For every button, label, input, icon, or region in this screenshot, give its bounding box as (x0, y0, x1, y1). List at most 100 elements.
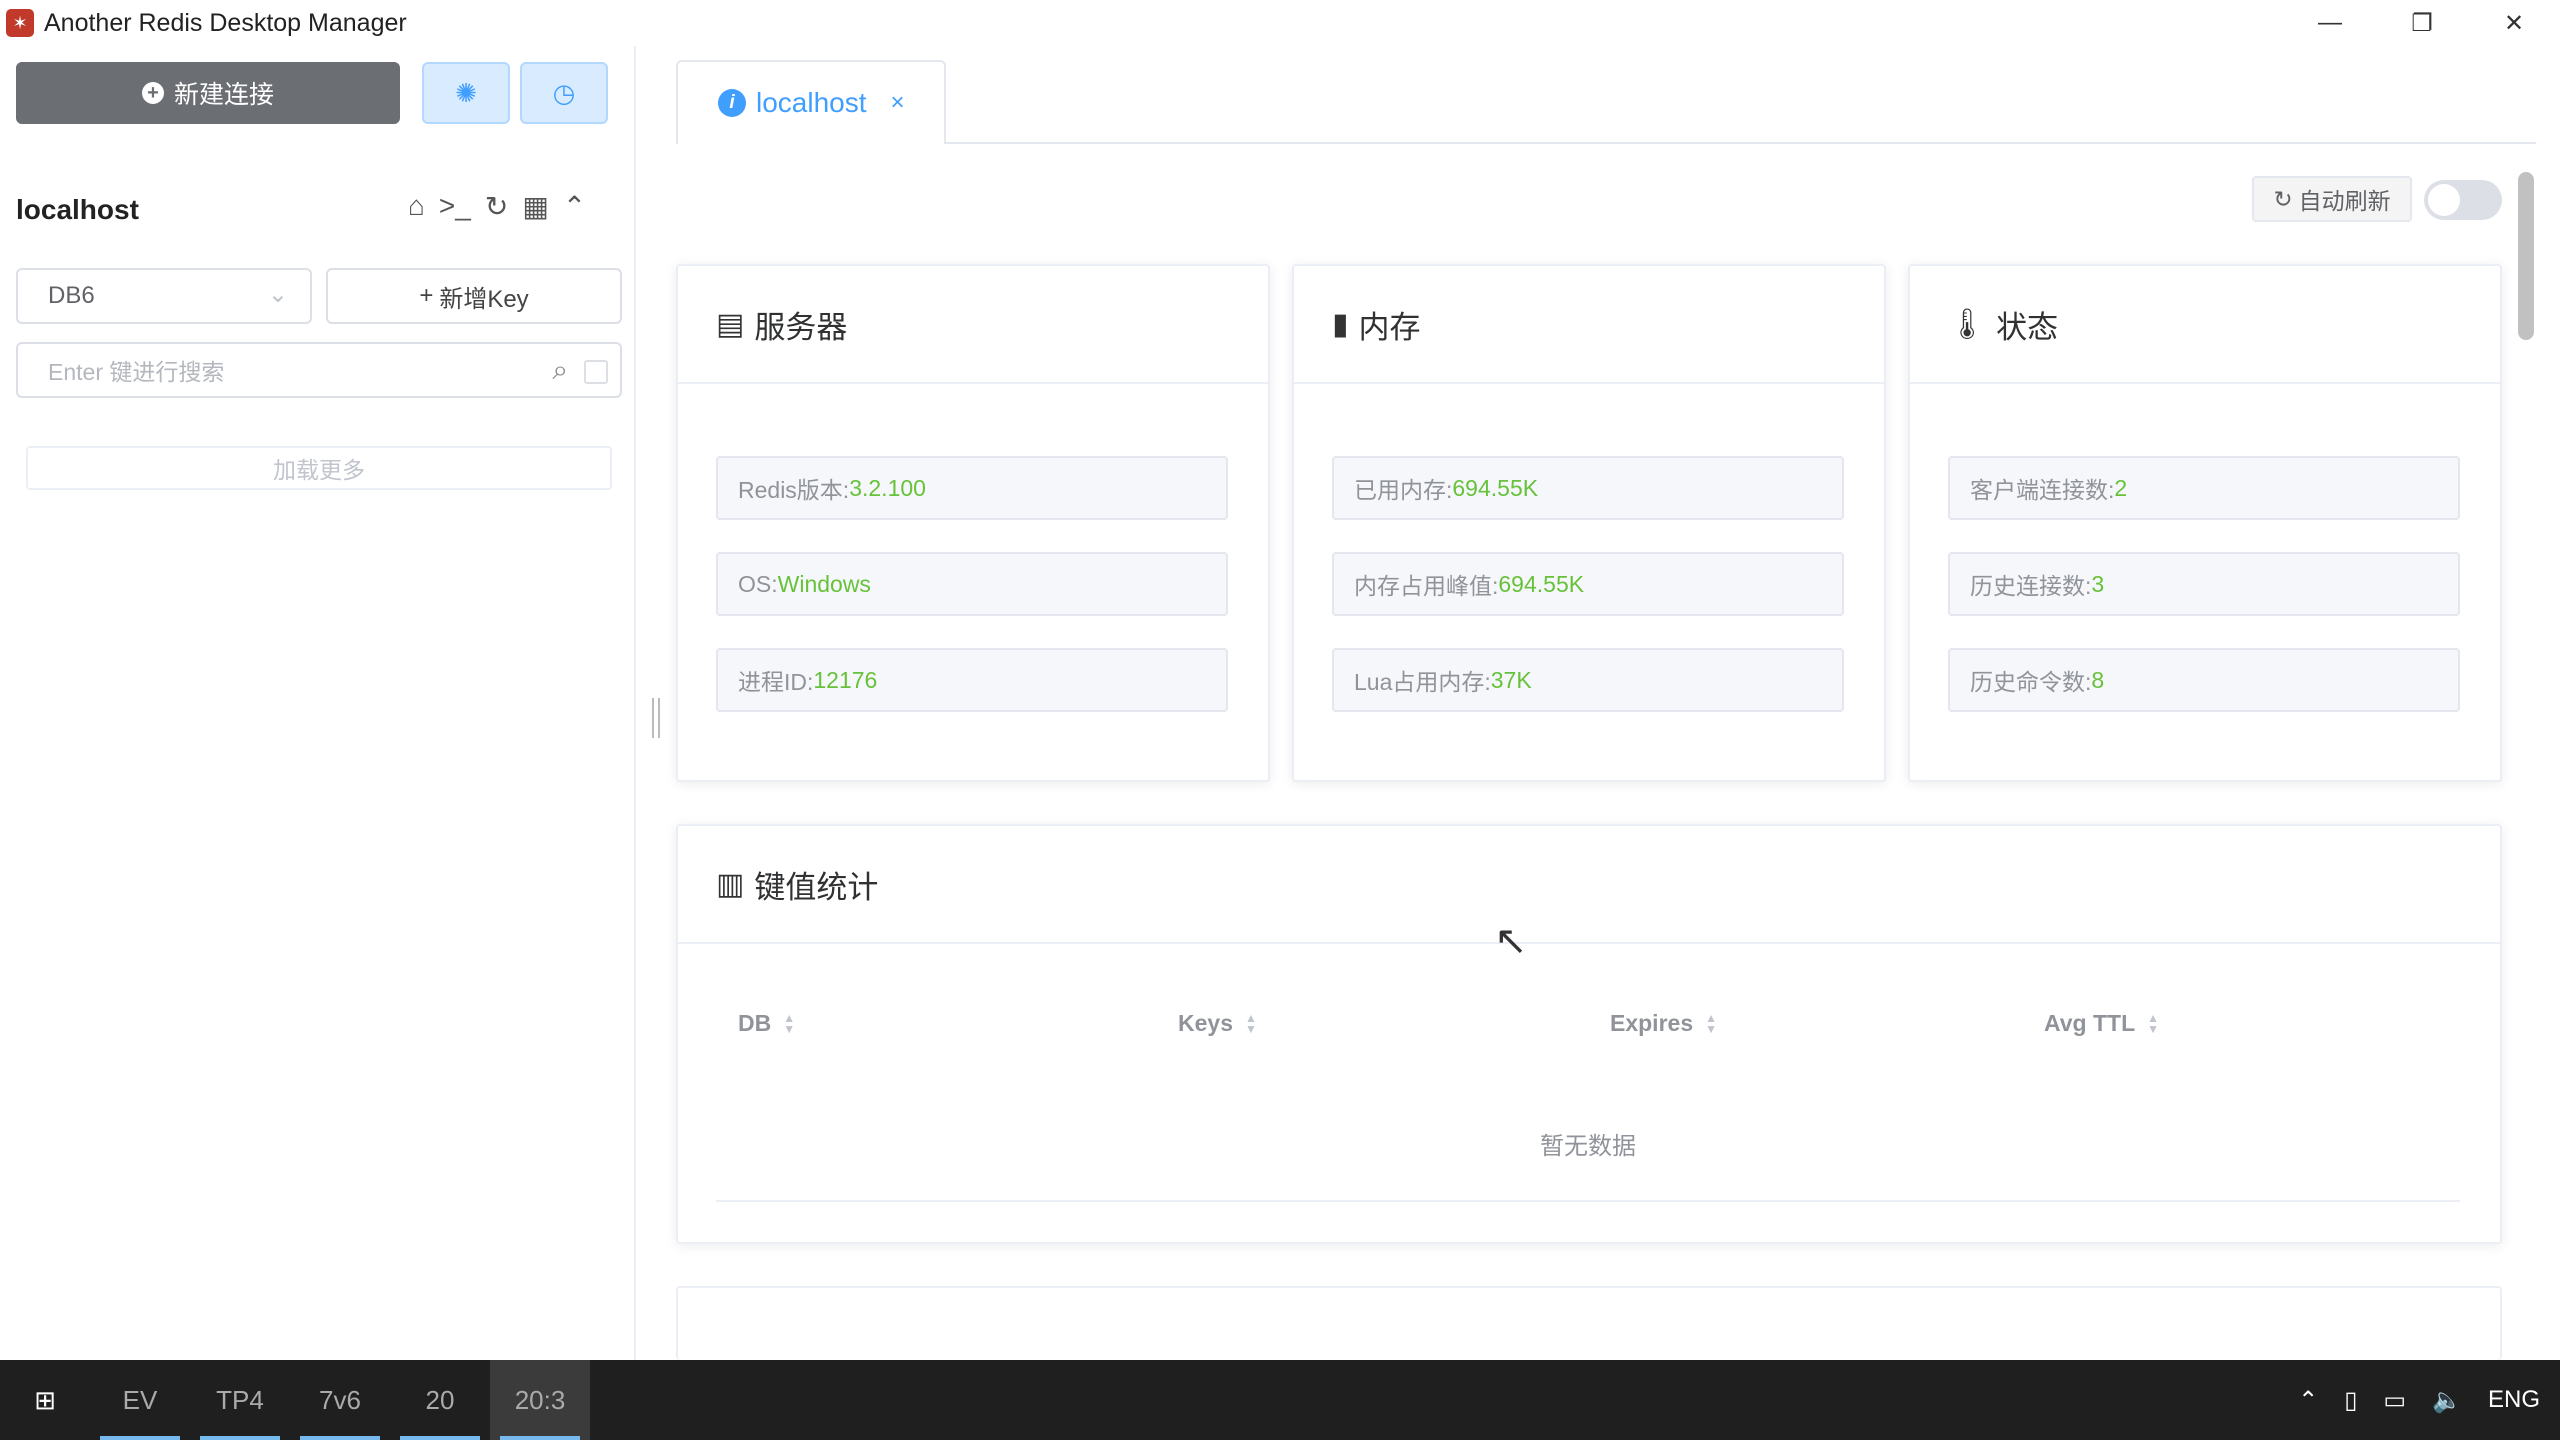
load-more-button[interactable]: 加载更多 (26, 446, 612, 490)
server-icon: ▤ (716, 307, 745, 341)
stat-label: 客户端连接数: (1970, 477, 2115, 503)
server-stat-row: OS: Windows (716, 552, 1228, 616)
taskbar-underline (300, 1436, 380, 1440)
window-title: Another Redis Desktop Manager (44, 8, 407, 37)
volume-icon[interactable]: 🔈 (2432, 1386, 2462, 1415)
toggle-knob (2428, 184, 2460, 216)
auto-refresh-button[interactable]: ↻ 自动刷新 (2252, 176, 2412, 222)
bar-chart-icon: ▥ (716, 867, 745, 901)
clock-icon: ◷ (552, 77, 576, 108)
terminal-icon[interactable]: >_ (439, 190, 471, 223)
sort-icon[interactable]: ▲ ▼ (783, 1012, 795, 1035)
restore-button[interactable]: ❐ (2376, 0, 2468, 46)
thermometer-icon: 🌡 (1948, 307, 1987, 341)
stat-label: OS: (738, 570, 778, 597)
title-bar: ✶ Another Redis Desktop Manager — ❐ ✕ (0, 0, 2560, 46)
info-icon: i (718, 89, 746, 117)
home-icon[interactable]: ⌂ (408, 190, 425, 223)
new-connection-label: 新建连接 (173, 81, 274, 109)
pane-splitter-handle[interactable] (652, 698, 660, 738)
chevron-up-tray-icon[interactable]: ⌃ (2298, 1386, 2318, 1415)
new-connection-button[interactable]: + 新建连接 (16, 62, 400, 124)
status-card-header: 🌡 状态 (1910, 266, 2500, 384)
next-card-stub (676, 1286, 2502, 1360)
add-key-button[interactable]: + 新增Key (326, 268, 622, 324)
memory-stat-row: Lua占用内存: 37K (1332, 648, 1844, 712)
column-header-expires[interactable]: Expires ▲ ▼ (1610, 1010, 1717, 1037)
windows-start-icon[interactable]: ⊞ (0, 1360, 90, 1440)
db-select[interactable]: DB6 ⌄ (16, 268, 312, 324)
column-header-db[interactable]: DB ▲ ▼ (738, 1010, 795, 1037)
tab-label: localhost (756, 87, 867, 118)
app-logo-icon: ✶ (6, 9, 34, 37)
memory-card-title: 内存 (1358, 309, 1421, 345)
taskbar-item-label: TP4 (216, 1384, 264, 1415)
taskbar-item-label: EV (122, 1384, 158, 1415)
refresh-icon[interactable]: ↻ (485, 190, 508, 223)
key-stats-card-header: ▥ 键值统计 (678, 826, 2500, 944)
column-header-label: Expires (1610, 1010, 1694, 1036)
empty-table-text: 暂无数据 (1540, 1133, 1636, 1160)
stat-label: 已用内存: (1354, 477, 1453, 503)
taskbar-item[interactable]: TP4 (190, 1360, 290, 1440)
taskbar-item[interactable]: EV (90, 1360, 190, 1440)
column-header-label: DB (738, 1010, 772, 1036)
memory-card-header: ▮ 内存 (1294, 266, 1884, 384)
sort-icon[interactable]: ▲ ▼ (1245, 1012, 1257, 1035)
plus-icon: + (419, 282, 434, 309)
auto-refresh-label: 自动刷新 (2298, 188, 2391, 214)
tab-close-icon[interactable]: × (891, 89, 905, 117)
language-indicator[interactable]: ENG (2488, 1386, 2540, 1414)
taskbar-underline (400, 1436, 480, 1440)
network-icon[interactable]: ▭ (2383, 1386, 2406, 1415)
taskbar-item-label: 7v6 (319, 1384, 361, 1415)
grid-icon[interactable]: ▦ (522, 190, 548, 223)
stat-value: 694.55K (1498, 570, 1585, 597)
search-icon[interactable]: ⌕ (552, 354, 568, 387)
close-window-button[interactable]: ✕ (2468, 0, 2560, 46)
status-stat-row: 客户端连接数: 2 (1948, 456, 2460, 520)
sidebar: + 新建连接 ✺ ◷ localhost ⌂ >_ ↻ ▦ ⌃ DB6 ⌄ + … (0, 46, 636, 1360)
server-card-title: 服务器 (754, 309, 848, 345)
key-search-input[interactable]: Enter 键进行搜索 ⌕ (16, 342, 622, 398)
stat-value: 12176 (813, 666, 878, 693)
column-header-keys[interactable]: Keys ▲ ▼ (1178, 1010, 1257, 1037)
key-stats-card-title: 键值统计 (754, 869, 879, 905)
column-header-avg-ttl[interactable]: Avg TTL ▲ ▼ (2044, 1010, 2159, 1037)
history-button[interactable]: ◷ (520, 62, 608, 124)
minimize-button[interactable]: — (2284, 0, 2376, 46)
exact-match-checkbox[interactable] (584, 360, 608, 384)
taskbar-item-active[interactable]: 20:3 (490, 1360, 590, 1440)
auto-refresh-toggle[interactable] (2424, 180, 2502, 220)
refresh-small-icon: ↻ (2273, 185, 2293, 212)
db-select-value: DB6 (48, 282, 95, 309)
taskbar-item[interactable]: 20 (390, 1360, 490, 1440)
memory-chip-icon: ▮ (1332, 307, 1349, 341)
tab-localhost[interactable]: i localhost × (676, 60, 946, 144)
mouse-cursor-icon: ↖ (1494, 919, 1528, 963)
connection-name[interactable]: localhost (16, 194, 139, 226)
taskbar-underline (100, 1436, 180, 1440)
main-scrollbar[interactable] (2518, 172, 2534, 340)
stat-value: 3 (2091, 570, 2105, 597)
stat-label: Redis版本: (738, 477, 850, 503)
server-card: ▤ 服务器 Redis版本: 3.2.100 OS: Windows 进程ID:… (676, 264, 1270, 782)
memory-stat-row: 已用内存: 694.55K (1332, 456, 1844, 520)
plus-circle-icon: + (141, 82, 164, 104)
server-stat-row: Redis版本: 3.2.100 (716, 456, 1228, 520)
taskbar-item[interactable]: 7v6 (290, 1360, 390, 1440)
add-key-label: 新增Key (439, 285, 529, 313)
chevron-up-icon[interactable]: ⌃ (563, 190, 586, 223)
battery-icon[interactable]: ▯ (2344, 1386, 2357, 1415)
stat-value: 3.2.100 (849, 474, 926, 501)
column-header-label: Avg TTL (2044, 1010, 2136, 1036)
sort-icon[interactable]: ▲ ▼ (2147, 1012, 2159, 1035)
status-card: 🌡 状态 客户端连接数: 2 历史连接数: 3 历史命令数: 8 (1908, 264, 2502, 782)
taskbar: ⊞ EV TP4 7v6 20 20:3 ⌃ ▯ ▭ 🔈 ENG (0, 1360, 2560, 1440)
settings-button[interactable]: ✺ (422, 62, 510, 124)
sort-icon[interactable]: ▲ ▼ (1705, 1012, 1717, 1035)
search-placeholder: Enter 键进行搜索 (48, 359, 225, 385)
stat-value: 2 (2114, 474, 2128, 501)
stat-label: 内存占用峰值: (1354, 573, 1499, 599)
stat-value: 694.55K (1452, 474, 1539, 501)
